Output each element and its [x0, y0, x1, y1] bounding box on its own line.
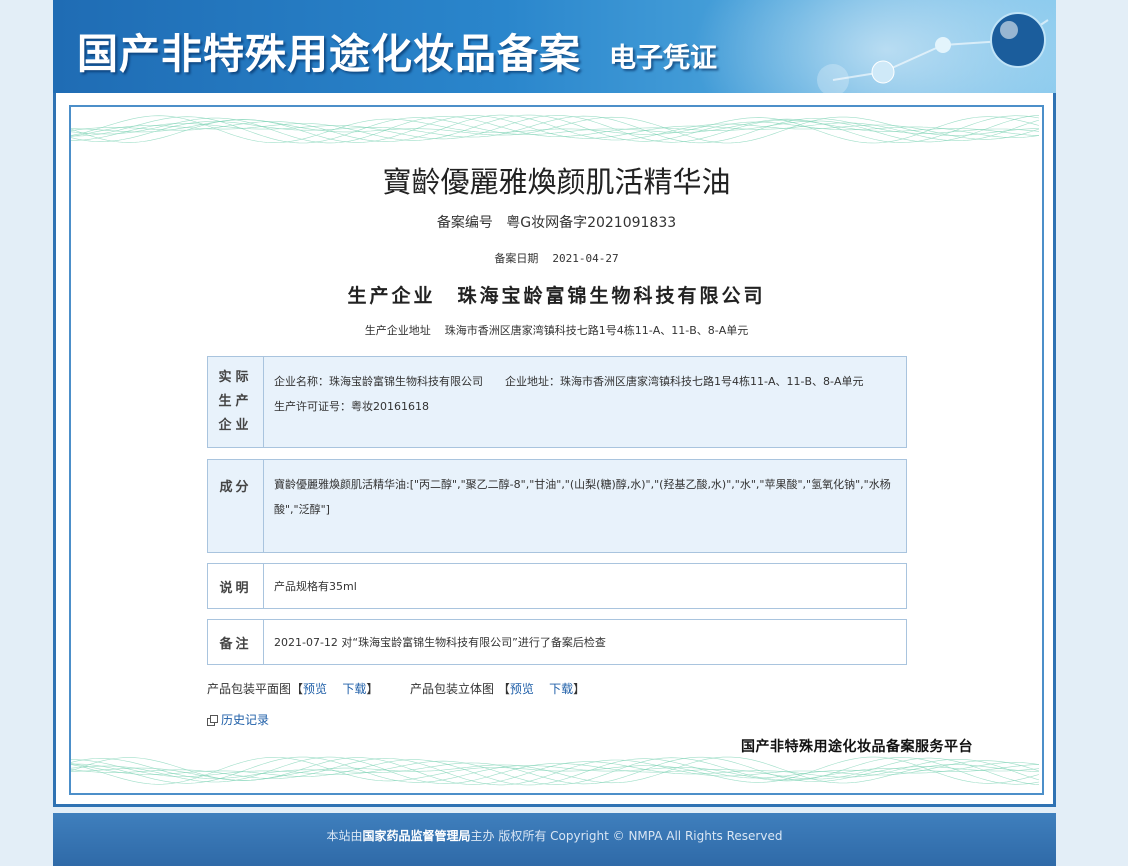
registration-number-label: 备案编号	[436, 215, 493, 231]
label-line: 企业	[218, 418, 253, 433]
registration-date-line: 备案日期 2021-04-27	[71, 250, 1042, 266]
manufacturer-line: 生产企业 珠海宝龄富锦生物科技有限公司	[71, 281, 1042, 308]
flat-package-download-link[interactable]: 下载	[342, 682, 366, 696]
certificate: 寶齡優麗雅煥颜肌活精华油 备案编号 粤G妆网备字2021091833 备案日期 2…	[69, 105, 1044, 795]
page-wrapper: 国产非特殊用途化妆品备案 电子凭证 寶齡優麗雅煥颜肌活精华油 备案编号 粤G妆网…	[53, 0, 1056, 866]
solid-package-download-link[interactable]: 下载	[549, 682, 573, 696]
note-text: 2021-07-12 对“珠海宝龄富锦生物科技有限公司”进行了备案后检查	[274, 636, 606, 649]
flat-package-preview-link[interactable]: 预览	[303, 682, 327, 696]
manufacturer-address-line: 生产企业地址 珠海市香洲区唐家湾镇科技七路1号4栋11-A、11-B、8-A单元	[71, 322, 1042, 338]
actual-manufacturer-label: 实际 生产 企业	[208, 357, 264, 447]
description-label: 说明	[208, 564, 264, 608]
guilloche-border-top	[71, 114, 1040, 144]
bracket: 【	[291, 682, 304, 696]
registration-number-line: 备案编号 粤G妆网备字2021091833	[71, 212, 1042, 232]
actual-manufacturer-section: 实际 生产 企业 企业名称：珠海宝龄富锦生物科技有限公司 企业地址：珠海市香洲区…	[207, 356, 907, 448]
footer: 本站由国家药品监督管理局主办 版权所有 Copyright © NMPA All…	[53, 813, 1056, 866]
history-records-link[interactable]: 历史记录	[221, 713, 269, 727]
description-text: 产品规格有35ml	[274, 580, 357, 593]
note-section: 备注 2021-07-12 对“珠海宝龄富锦生物科技有限公司”进行了备案后检查	[207, 619, 907, 665]
registration-number: 粤G妆网备字2021091833	[506, 215, 677, 231]
footer-prefix: 本站由	[326, 829, 363, 843]
banner-molecule-graphic	[817, 12, 1049, 93]
platform-name: 国产非特殊用途化妆品备案服务平台	[741, 739, 973, 755]
ingredients-text: 寶齡優麗雅煥颜肌活精华油:["丙二醇","聚乙二醇-8","甘油","(山梨(糖…	[274, 478, 891, 516]
actual-manufacturer-text: 企业名称：珠海宝龄富锦生物科技有限公司 企业地址：珠海市香洲区唐家湾镇科技七路1…	[274, 375, 886, 413]
label-line: 实际	[218, 370, 253, 385]
bracket: 】	[366, 682, 379, 696]
manufacturer-address: 珠海市香洲区唐家湾镇科技七路1号4栋11-A、11-B、8-A单元	[444, 324, 749, 337]
flat-package-label: 产品包装平面图	[207, 682, 292, 696]
history-link-row: 历史记录	[207, 711, 269, 728]
footer-org: 国家药品监督管理局	[362, 829, 471, 843]
product-name: 寶齡優麗雅煥颜肌活精华油	[382, 165, 731, 199]
header-banner: 国产非特殊用途化妆品备案 电子凭证	[53, 0, 1056, 93]
label-line: 生产	[218, 394, 253, 409]
solid-package-preview-link[interactable]: 预览	[510, 682, 534, 696]
ingredients-label: 成分	[208, 460, 264, 552]
manufacturer-name: 珠海宝龄富锦生物科技有限公司	[457, 285, 766, 307]
footer-suffix: 主办 版权所有 Copyright © NMPA All Rights Rese…	[470, 829, 783, 843]
certificate-frame: 寶齡優麗雅煥颜肌活精华油 备案编号 粤G妆网备字2021091833 备案日期 2…	[53, 93, 1056, 807]
bracket: 】	[573, 682, 586, 696]
note-label: 备注	[208, 620, 264, 664]
registration-date-label: 备案日期	[494, 252, 539, 265]
banner-subtitle: 电子凭证	[609, 43, 717, 74]
manufacturer-address-label: 生产企业地址	[364, 324, 431, 337]
packaging-links: 产品包装平面图【预览 下载】 产品包装立体图 【预览 下载】	[207, 680, 585, 697]
solid-package-label: 产品包装立体图	[410, 682, 495, 696]
description-section: 说明 产品规格有35ml	[207, 563, 907, 609]
ingredients-section: 成分 寶齡優麗雅煥颜肌活精华油:["丙二醇","聚乙二醇-8","甘油","(山…	[207, 459, 907, 553]
banner-title: 国产非特殊用途化妆品备案	[77, 30, 581, 78]
external-window-icon	[207, 715, 218, 726]
bracket: 【	[497, 682, 510, 696]
registration-date: 2021-04-27	[552, 252, 619, 265]
manufacturer-label: 生产企业	[347, 285, 436, 307]
